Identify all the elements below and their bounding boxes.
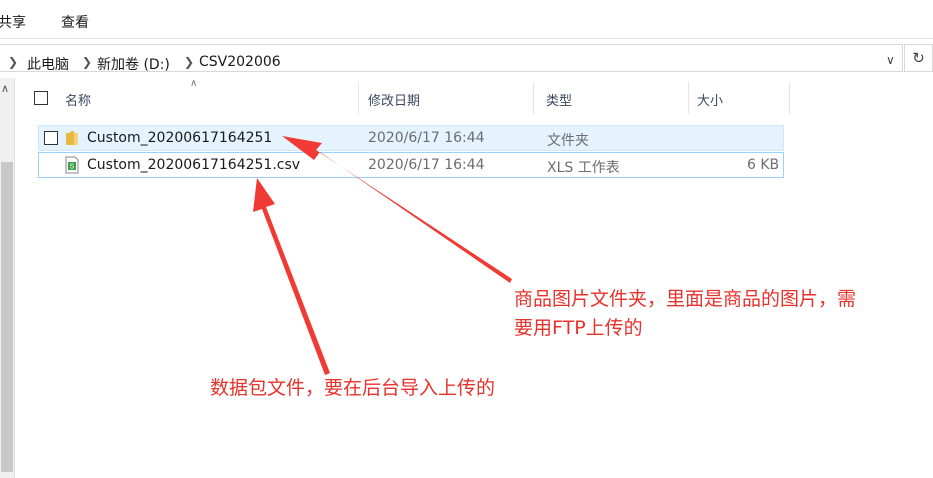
file-name[interactable]: Custom_20200617164251.csv	[87, 157, 300, 173]
ribbon: 共享 查看	[0, 0, 933, 39]
tab-view[interactable]: 查看	[61, 12, 89, 32]
file-type: 文件夹	[547, 133, 589, 149]
navigation-scrollbar[interactable]: ∧	[0, 78, 15, 478]
row-checkbox[interactable]	[44, 131, 58, 145]
csv-file-icon: S	[65, 156, 79, 174]
folder-icon	[66, 131, 78, 145]
file-type: XLS 工作表	[547, 160, 620, 176]
csv-annotation: 数据包文件，要在后台导入上传的	[210, 377, 496, 399]
file-size: 6 KB	[747, 157, 780, 173]
column-divider[interactable]	[358, 82, 359, 114]
column-size[interactable]: 大小	[697, 90, 723, 109]
file-row-folder[interactable]: Custom_20200617164251 2020/6/17 16:44 文件…	[38, 125, 784, 151]
chevron-right-icon[interactable]: ❯	[184, 55, 194, 69]
tab-share[interactable]: 共享	[0, 12, 26, 32]
column-divider[interactable]	[789, 82, 790, 114]
select-all-checkbox[interactable]	[34, 91, 48, 105]
chevron-right-icon[interactable]: ❯	[8, 55, 18, 69]
column-type[interactable]: 类型	[546, 90, 572, 109]
svg-text:S: S	[70, 164, 75, 171]
folder-annotation-line2: 要用FTP上传的	[514, 317, 643, 339]
column-divider[interactable]	[688, 82, 689, 114]
chevron-right-icon[interactable]: ❯	[82, 55, 92, 69]
address-field[interactable]: ❯ 此电脑 ❯ 新加卷 (D:) ❯ CSV202006 ∨	[0, 44, 903, 74]
scroll-up-icon[interactable]: ∧	[1, 82, 9, 95]
chevron-down-icon[interactable]: ∨	[886, 53, 895, 67]
refresh-icon[interactable]: ↻	[904, 44, 933, 72]
column-modified[interactable]: 修改日期	[368, 90, 420, 109]
file-modified: 2020/6/17 16:44	[368, 157, 485, 173]
breadcrumb-drive-d[interactable]: 新加卷 (D:)	[97, 54, 170, 74]
column-name[interactable]: 名称	[65, 90, 91, 109]
address-bar: ❯ 此电脑 ❯ 新加卷 (D:) ❯ CSV202006 ∨ ↻	[0, 40, 933, 76]
file-row-csv[interactable]: S Custom_20200617164251.csv 2020/6/17 16…	[38, 152, 784, 178]
column-divider[interactable]	[533, 82, 534, 114]
breadcrumb-this-pc[interactable]: 此电脑	[27, 54, 69, 74]
column-header: 名称 修改日期 类型 大小	[14, 80, 804, 116]
breadcrumb-csv-folder[interactable]: CSV202006	[199, 54, 281, 70]
scrollbar-thumb[interactable]	[1, 162, 13, 472]
arrow-to-csv	[253, 178, 330, 375]
file-name[interactable]: Custom_20200617164251	[87, 130, 272, 146]
file-modified: 2020/6/17 16:44	[368, 130, 485, 146]
folder-annotation-line1: 商品图片文件夹，里面是商品的图片，需	[514, 288, 857, 310]
